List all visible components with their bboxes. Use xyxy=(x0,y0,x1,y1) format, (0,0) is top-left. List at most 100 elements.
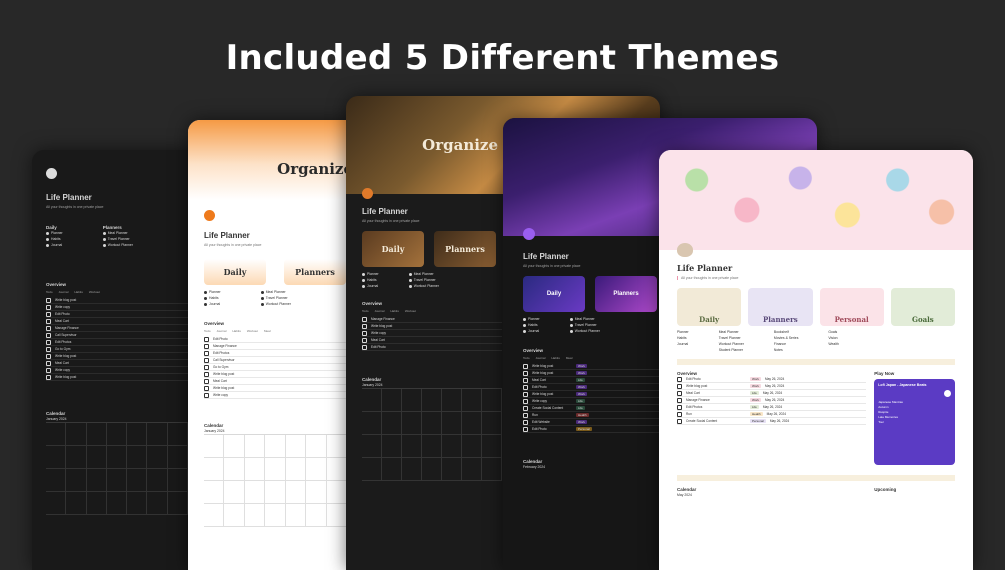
list-item[interactable]: Journal xyxy=(677,341,689,347)
goals-button[interactable]: Goals xyxy=(890,288,955,326)
table-row[interactable]: Create Social Content Personal May 26, 202… xyxy=(677,418,867,425)
tab[interactable]: Workout xyxy=(89,290,100,294)
table-row[interactable]: Call Supervisor xyxy=(204,357,347,364)
table-row[interactable]: Meal Cart xyxy=(46,360,188,367)
table-row[interactable]: Write copy Life xyxy=(523,398,663,405)
overview-heading: Overview xyxy=(362,301,383,306)
tab[interactable]: Journal xyxy=(375,309,385,313)
tab[interactable]: Todo xyxy=(204,329,211,333)
table-row[interactable]: Meal Cart xyxy=(362,337,502,344)
theme-card-dark[interactable]: Life Planner All your thoughts in one pr… xyxy=(32,150,202,570)
table-row[interactable]: Write blog post Work xyxy=(523,370,663,377)
table-row[interactable]: Write blog post xyxy=(204,371,347,378)
planners-button[interactable]: Planners xyxy=(434,231,496,267)
list-item[interactable]: Workout Planner xyxy=(260,301,291,307)
play-now-heading: Play Now xyxy=(874,371,895,376)
table-row[interactable]: Meal Cart xyxy=(46,318,188,325)
planners-button[interactable]: Planners xyxy=(595,276,657,312)
table-row[interactable]: Edit Photo Work xyxy=(523,384,663,391)
list-item[interactable]: Journal xyxy=(523,328,540,334)
table-row[interactable]: Write blog post Work xyxy=(523,363,663,370)
table-row[interactable]: Edit Photo xyxy=(362,344,502,351)
theme-card-orange[interactable]: Organize Life Planner All your thoughts … xyxy=(188,120,363,570)
table-row[interactable]: Write copy xyxy=(46,304,188,311)
table-row[interactable]: Edit Photos xyxy=(46,339,188,346)
task-table: Edit Photo Manage Finance Edit Photos Ca… xyxy=(204,336,347,399)
table-row[interactable]: Go to Gym xyxy=(204,364,347,371)
table-row[interactable]: Edit Photo Personal xyxy=(523,426,663,433)
playlist-item[interactable]: Tour xyxy=(878,420,951,425)
daily-button[interactable]: Daily xyxy=(204,259,266,285)
table-row[interactable]: Go to Gym xyxy=(46,346,188,353)
list-item[interactable]: Student Planner xyxy=(719,347,744,353)
list-item[interactable]: Workout Planner xyxy=(408,283,439,289)
page-subtitle: All your thoughts in one private place xyxy=(204,243,262,247)
list-item[interactable]: Workout Planner xyxy=(569,328,600,334)
list-item[interactable]: Journal xyxy=(46,242,63,248)
upcoming-heading: Upcoming xyxy=(874,487,897,492)
task-table: Write blog post Work Write blog post Work … xyxy=(523,363,663,433)
list-item[interactable]: Notes xyxy=(774,347,799,353)
table-row[interactable]: Write blog post xyxy=(46,353,188,360)
table-row[interactable]: Write blog post xyxy=(362,323,502,330)
planners-button[interactable]: Planners xyxy=(748,288,813,326)
table-row[interactable]: Edit Website Work xyxy=(523,419,663,426)
planners-list: Meal Planner Travel Planner Workout Plan… xyxy=(569,316,600,334)
table-row[interactable]: Write blog post Work May 26, 2024 xyxy=(677,383,867,390)
table-row[interactable]: Run Health xyxy=(523,412,663,419)
personal-button[interactable]: Personal xyxy=(819,288,884,326)
page-title: Life Planner xyxy=(362,207,408,216)
table-row[interactable]: Create Social Content Life xyxy=(523,405,663,412)
table-row[interactable]: Manage Finance Work May 26, 2024 xyxy=(677,397,867,404)
tab[interactable]: Journal xyxy=(59,290,69,294)
table-row[interactable]: Meal Cart Life May 26, 2024 xyxy=(677,390,867,397)
tab[interactable]: Habits xyxy=(551,356,560,360)
table-row[interactable]: Write copy xyxy=(204,392,347,399)
list-item[interactable]: Wealth xyxy=(828,341,839,347)
planners-button[interactable]: Planners xyxy=(284,259,346,285)
tab[interactable]: Journal xyxy=(536,356,546,360)
table-row[interactable]: Manage Finance xyxy=(204,343,347,350)
table-row[interactable]: Call Supervisor xyxy=(46,332,188,339)
table-row[interactable]: Write blog post xyxy=(46,297,188,304)
tab[interactable]: Habits xyxy=(74,290,83,294)
daily-button[interactable]: Daily xyxy=(362,231,424,267)
table-row[interactable]: Write copy xyxy=(362,330,502,337)
daily-button[interactable]: Daily xyxy=(523,276,585,312)
music-player[interactable]: Lofi Japan - Japanese Beats Japanese Man… xyxy=(874,379,955,465)
table-row[interactable]: Write blog post xyxy=(204,385,347,392)
play-icon[interactable] xyxy=(944,390,951,397)
tab[interactable]: Todo xyxy=(46,290,53,294)
table-row[interactable]: Write blog post xyxy=(46,374,188,381)
list-item[interactable]: Workout Planner xyxy=(102,242,133,248)
table-row[interactable]: Manage Finance xyxy=(46,325,188,332)
table-row[interactable]: Run Health May 26, 2024 xyxy=(677,411,867,418)
tab[interactable]: Habits xyxy=(232,329,241,333)
tab[interactable]: Journal xyxy=(217,329,227,333)
tab[interactable]: Meal xyxy=(566,356,573,360)
daily-button[interactable]: Daily xyxy=(677,288,742,326)
table-row[interactable]: Edit Photo Work May 26, 2024 xyxy=(677,376,867,383)
tab[interactable]: Todo xyxy=(523,356,530,360)
page-subtitle: All your thoughts in one private place xyxy=(46,205,104,209)
table-row[interactable]: Edit Photo xyxy=(204,336,347,343)
tab[interactable]: Meal xyxy=(264,329,271,333)
task-table: Edit Photo Work May 26, 2024 Write blog po… xyxy=(677,376,867,425)
table-row[interactable]: Meal Cart Life xyxy=(523,377,663,384)
page-title: Life Planner xyxy=(523,252,569,261)
list-item[interactable]: Journal xyxy=(204,301,221,307)
theme-card-pink[interactable]: Life Planner All your thoughts in one pr… xyxy=(659,150,973,570)
table-row[interactable]: Edit Photos Life May 26, 2024 xyxy=(677,404,867,411)
table-row[interactable]: Edit Photos xyxy=(204,350,347,357)
table-row[interactable]: Write blog post Work xyxy=(523,391,663,398)
tab[interactable]: Habits xyxy=(390,309,399,313)
table-row[interactable]: Meal Cart xyxy=(204,378,347,385)
tab[interactable]: Workout xyxy=(405,309,416,313)
table-row[interactable]: Manage Finance xyxy=(362,316,502,323)
table-row[interactable]: Write copy xyxy=(46,367,188,374)
tab[interactable]: Workout xyxy=(247,329,258,333)
tab[interactable]: Todo xyxy=(362,309,369,313)
list-item[interactable]: Journal xyxy=(362,283,379,289)
playlist: Japanese Mantras Autumn Respite Late Mem… xyxy=(878,400,951,425)
table-row[interactable]: Edit Photo xyxy=(46,311,188,318)
